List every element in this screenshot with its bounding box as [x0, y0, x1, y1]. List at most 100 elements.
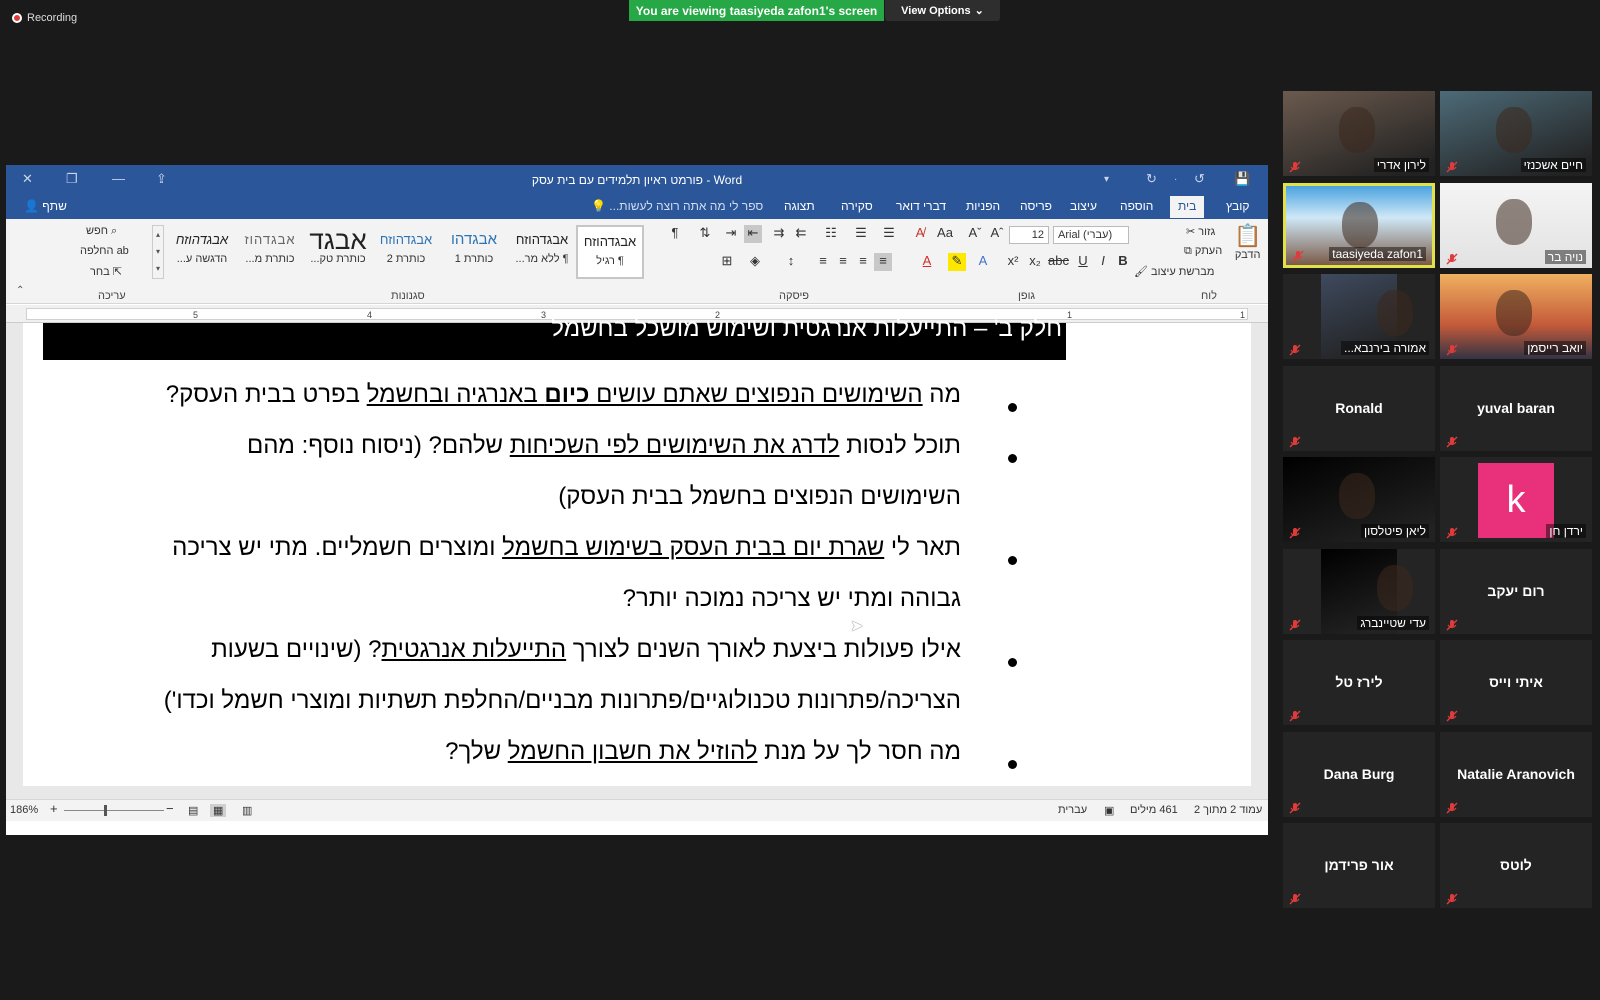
increase-indent-icon[interactable]: ⇉: [770, 225, 788, 243]
participant-tile[interactable]: רום יעקב: [1440, 548, 1592, 634]
style-heading-1[interactable]: אבגדהו כותרת 1: [440, 225, 508, 279]
font-size-select[interactable]: 12: [1009, 226, 1049, 244]
proofing-icon[interactable]: ▣: [1104, 804, 1114, 817]
participant-tile[interactable]: לירון אדרי: [1283, 91, 1435, 176]
cut-button[interactable]: גזור ✂: [1186, 225, 1215, 238]
participant-tile[interactable]: אור פרידמן: [1283, 823, 1435, 908]
underline-icon[interactable]: U: [1074, 253, 1092, 271]
align-right-icon[interactable]: ≡: [874, 253, 892, 271]
tab-design[interactable]: עיצוב: [1070, 199, 1097, 213]
rtl-icon[interactable]: ⇤: [744, 225, 762, 243]
participant-tile[interactable]: עדי שטיינברג: [1283, 548, 1435, 634]
grow-font-icon[interactable]: Aˆ: [988, 225, 1006, 243]
tab-home[interactable]: בית: [1170, 196, 1205, 218]
multilevel-list-icon[interactable]: ☷: [822, 225, 840, 243]
select-button[interactable]: ⇱ בחר: [90, 265, 122, 278]
participant-tile[interactable]: k ירדן חן: [1440, 457, 1592, 542]
share-button[interactable]: שתף 👤: [24, 199, 67, 213]
clear-formatting-icon[interactable]: A̸: [911, 225, 929, 243]
page-count[interactable]: עמוד 2 מתוך 2: [1194, 804, 1262, 816]
shrink-font-icon[interactable]: Aˇ: [966, 225, 984, 243]
highlight-icon[interactable]: ✎: [948, 253, 966, 271]
paste-button[interactable]: 📋 הדבק: [1234, 223, 1261, 261]
participant-tile[interactable]: אמורה בירנבא...: [1283, 274, 1435, 359]
participant-name: לירז טל: [1335, 674, 1383, 690]
save-icon[interactable]: 💾: [1234, 171, 1250, 187]
bullets-icon[interactable]: ☰: [880, 225, 898, 243]
text-effects-icon[interactable]: A: [974, 253, 992, 271]
participant-tile[interactable]: Ronald: [1283, 365, 1435, 451]
participant-tile[interactable]: לוטס: [1440, 823, 1592, 908]
find-button[interactable]: ⌕ חפש: [86, 225, 117, 238]
line-spacing-icon[interactable]: ↕: [782, 253, 800, 271]
shading-icon[interactable]: ◈: [746, 253, 764, 271]
format-painter-button[interactable]: מברשת עיצוב 🖌: [1134, 265, 1214, 278]
zoom-slider-thumb[interactable]: [104, 805, 107, 816]
tab-insert[interactable]: הוספה: [1120, 199, 1153, 213]
subscript-icon[interactable]: x₂: [1026, 253, 1044, 271]
customize-qat-icon[interactable]: ▾: [1104, 174, 1109, 185]
numbering-icon[interactable]: ☰: [852, 225, 870, 243]
style-emphasis[interactable]: אבגדהוזח הדגשה ע...: [168, 225, 236, 279]
ltr-icon[interactable]: ⇥: [722, 225, 740, 243]
tab-layout[interactable]: פריסה: [1020, 199, 1052, 213]
style-subtitle[interactable]: אבגדהוז כותרת מ...: [236, 225, 304, 279]
zoom-level[interactable]: 186%: [10, 804, 38, 816]
style-title[interactable]: אבגד כותרת טק...: [304, 225, 372, 279]
bold-icon[interactable]: B: [1114, 253, 1132, 271]
collapse-ribbon-icon[interactable]: ⌃: [16, 285, 24, 296]
tab-references[interactable]: הפניות: [966, 199, 1000, 213]
print-layout-icon[interactable]: ▦: [210, 804, 227, 817]
undo-dropdown-icon[interactable]: ·: [1174, 174, 1177, 185]
participant-tile[interactable]: Natalie Aranovich: [1440, 731, 1592, 817]
strikethrough-icon[interactable]: abc: [1048, 253, 1069, 271]
participant-tile[interactable]: taasiyeda zafon1: [1283, 182, 1435, 268]
tab-file[interactable]: קובץ: [1226, 199, 1249, 213]
center-icon[interactable]: ≡: [854, 253, 872, 271]
recording-indicator[interactable]: Recording: [12, 12, 77, 24]
word-count[interactable]: 461 מילים: [1130, 804, 1178, 816]
style-sample: אבגדהוזח: [379, 232, 433, 247]
font-name-select[interactable]: Arial (עברי): [1053, 226, 1129, 244]
copy-button[interactable]: העתק ⧉: [1184, 245, 1222, 258]
zoom-slider[interactable]: [64, 810, 164, 811]
web-layout-icon[interactable]: ▤: [188, 804, 198, 817]
participant-tile[interactable]: yuval baran: [1440, 365, 1592, 451]
justify-icon[interactable]: ≡: [814, 253, 832, 271]
tab-review[interactable]: סקירה: [841, 199, 873, 213]
document-page[interactable]: חלק ב' – התייעלות אנרגטית ושימוש מושכל ב…: [23, 315, 1251, 786]
participant-tile[interactable]: יואב רייסמן: [1440, 274, 1592, 359]
tab-view[interactable]: תצוגה: [784, 199, 815, 213]
read-mode-icon[interactable]: ▥: [242, 804, 252, 817]
muted-mic-icon: [1446, 709, 1458, 722]
participant-tile[interactable]: איתי וייס: [1440, 640, 1592, 725]
show-marks-icon[interactable]: ¶: [666, 225, 684, 243]
language-status[interactable]: עברית: [1058, 804, 1087, 816]
text-run: שלהם? (ניסוח נוסף: מהם: [246, 432, 510, 459]
sort-icon[interactable]: ⇅: [696, 225, 714, 243]
tell-me-search[interactable]: ספר לי מה אתה רוצה לעשות... 💡: [591, 199, 763, 213]
tab-mailings[interactable]: דברי דואר: [896, 199, 946, 213]
undo-icon[interactable]: ↺: [1194, 171, 1205, 187]
participant-tile[interactable]: נויה בר: [1440, 182, 1592, 268]
style-no-spacing[interactable]: אבגדהוזח ¶ ללא מר...: [508, 225, 576, 279]
redo-icon[interactable]: ↻: [1146, 171, 1157, 187]
borders-icon[interactable]: ⊞: [718, 253, 736, 271]
participant-tile[interactable]: Dana Burg: [1283, 731, 1435, 817]
superscript-icon[interactable]: x²: [1004, 253, 1022, 271]
align-left-icon[interactable]: ≡: [834, 253, 852, 271]
styles-scroll[interactable]: ▴ ▾ ▾: [152, 225, 164, 279]
font-color-icon[interactable]: A: [918, 253, 936, 271]
decrease-indent-icon[interactable]: ⇇: [792, 225, 810, 243]
participant-tile[interactable]: לירז טל: [1283, 640, 1435, 725]
italic-icon[interactable]: I: [1094, 253, 1112, 271]
change-case-icon[interactable]: Aa: [936, 225, 954, 243]
zoom-in-icon[interactable]: +: [50, 801, 58, 816]
replace-button[interactable]: ab החלפה: [80, 245, 129, 257]
style-heading-2[interactable]: אבגדהוזח כותרת 2: [372, 225, 440, 279]
style-normal[interactable]: אבגדהוזח ¶ רגיל: [576, 225, 644, 279]
view-options-button[interactable]: View Options ⌄: [885, 0, 1000, 21]
participant-tile[interactable]: חיים אשכנזי: [1440, 91, 1592, 176]
zoom-out-icon[interactable]: −: [166, 801, 174, 816]
participant-tile[interactable]: ליאן פיטלסון: [1283, 457, 1435, 542]
